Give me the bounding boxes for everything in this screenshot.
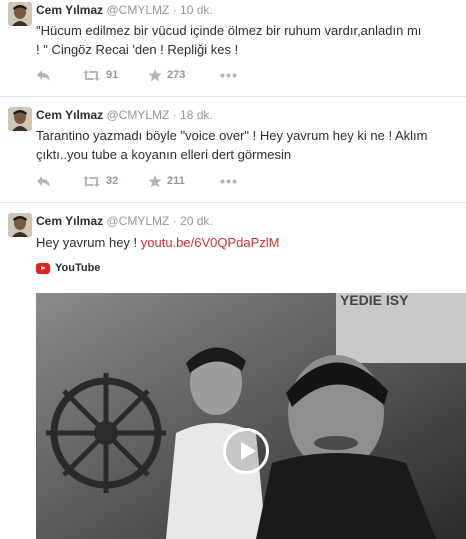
tweet-header: Cem Yılmaz @CMYLMZ · 10 dk. bbox=[36, 3, 213, 17]
video-player[interactable]: YEDIE ISY bbox=[36, 293, 466, 539]
youtube-logo-icon bbox=[36, 262, 50, 274]
reply-button[interactable] bbox=[36, 68, 51, 82]
avatar[interactable] bbox=[8, 2, 32, 26]
timestamp[interactable]: 20 dk. bbox=[180, 214, 213, 228]
reply-button[interactable] bbox=[36, 174, 51, 188]
retweet-button[interactable]: 32 bbox=[82, 174, 118, 188]
retweet-icon bbox=[83, 175, 100, 187]
tweet-divider bbox=[0, 202, 466, 203]
tweet-actions: 91 273 bbox=[36, 68, 266, 82]
tweet-text-line: ! " Cingöz Recai 'den ! Repliği kes ! bbox=[36, 42, 239, 57]
play-icon bbox=[241, 442, 256, 460]
tweet-divider bbox=[0, 96, 466, 97]
tweet-header: Cem Yılmaz @CMYLMZ · 18 dk. bbox=[36, 108, 213, 122]
tweet-actions: 32 211 bbox=[36, 174, 266, 188]
video-thumbnail: YEDIE ISY bbox=[36, 293, 466, 539]
author-name[interactable]: Cem Yılmaz bbox=[36, 108, 103, 122]
author-name[interactable]: Cem Yılmaz bbox=[36, 3, 103, 17]
more-button[interactable] bbox=[220, 174, 237, 188]
author-name[interactable]: Cem Yılmaz bbox=[36, 214, 103, 228]
tweet-text-line: çıktı..you tube a koyanın elleri dert gö… bbox=[36, 147, 292, 162]
star-icon bbox=[148, 68, 162, 81]
card-source-label: YouTube bbox=[55, 262, 101, 274]
avatar[interactable] bbox=[8, 213, 32, 237]
retweet-count: 32 bbox=[106, 175, 119, 187]
reply-icon bbox=[37, 69, 50, 81]
play-button[interactable] bbox=[223, 428, 269, 474]
author-handle[interactable]: @CMYLMZ bbox=[107, 108, 170, 122]
tweet-text: Hey yavrum hey ! youtu.be/6V0QPdaPzlM bbox=[36, 233, 464, 252]
retweet-icon bbox=[83, 69, 100, 81]
favorite-count: 211 bbox=[167, 175, 185, 187]
tweet-header: Cem Yılmaz @CMYLMZ · 20 dk. bbox=[36, 214, 213, 228]
tweet-1: Cem Yılmaz @CMYLMZ · 10 dk. "Hücum edilm… bbox=[0, 0, 466, 96]
retweet-button[interactable]: 91 bbox=[82, 68, 118, 82]
avatar[interactable] bbox=[8, 107, 32, 131]
card-source[interactable]: YouTube bbox=[36, 262, 100, 274]
tweet-2: Cem Yılmaz @CMYLMZ · 18 dk. Tarantino ya… bbox=[0, 105, 466, 201]
timestamp[interactable]: 10 dk. bbox=[180, 3, 213, 17]
star-icon bbox=[148, 174, 162, 187]
reply-icon bbox=[37, 175, 50, 187]
timestamp[interactable]: 18 dk. bbox=[180, 108, 213, 122]
video-link[interactable]: youtu.be/6V0QPdaPzlM bbox=[141, 235, 280, 250]
favorite-count: 273 bbox=[167, 69, 186, 81]
tweet-text-line: "Hücum edilmez bir vücud içinde ölmez bi… bbox=[36, 23, 422, 38]
separator: · bbox=[172, 3, 177, 17]
tweet-text-line: Hey yavrum hey ! bbox=[36, 235, 141, 250]
more-icon bbox=[220, 179, 237, 183]
favorite-button[interactable]: 273 bbox=[148, 68, 185, 82]
more-icon bbox=[220, 73, 237, 77]
video-sign-text: YEDIE ISY bbox=[340, 293, 409, 308]
separator: · bbox=[172, 214, 177, 228]
retweet-count: 91 bbox=[106, 69, 119, 81]
tweet-text: Tarantino yazmadı böyle "voice over" ! H… bbox=[36, 126, 464, 164]
more-button[interactable] bbox=[220, 68, 237, 82]
author-handle[interactable]: @CMYLMZ bbox=[107, 3, 170, 17]
favorite-button[interactable]: 211 bbox=[148, 174, 185, 188]
tweet-text: "Hücum edilmez bir vücud içinde ölmez bi… bbox=[36, 21, 464, 59]
tweet-text-line: Tarantino yazmadı böyle "voice over" ! H… bbox=[36, 128, 428, 143]
author-handle[interactable]: @CMYLMZ bbox=[107, 214, 170, 228]
separator: · bbox=[172, 108, 177, 122]
